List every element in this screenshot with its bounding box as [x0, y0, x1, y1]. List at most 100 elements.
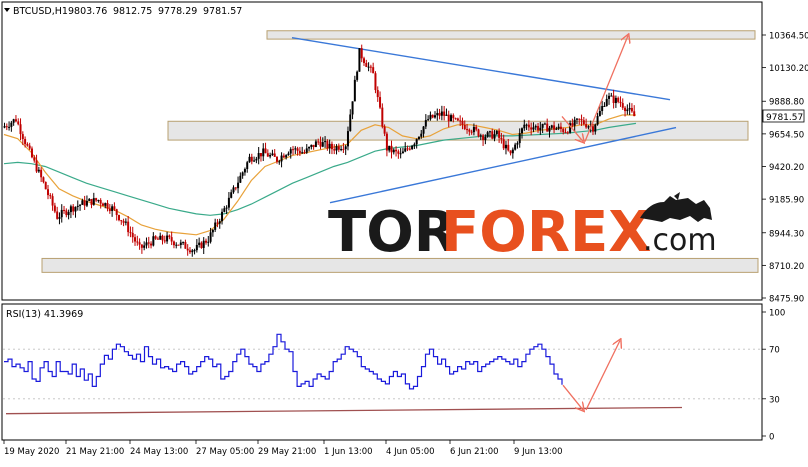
candle-body: [573, 119, 576, 126]
candle-body: [427, 119, 430, 121]
ohlc-open: 9803.76: [68, 6, 107, 17]
candle-body: [239, 175, 242, 183]
candle-body: [241, 172, 244, 176]
candle-body: [475, 126, 478, 130]
candle-body: [630, 107, 633, 112]
candle-body: [482, 135, 485, 141]
candle-body: [262, 148, 265, 157]
candle-body: [101, 203, 104, 206]
candle-body: [406, 148, 409, 150]
candle-body: [317, 141, 320, 143]
candle-body: [200, 242, 203, 248]
candle-body: [493, 134, 496, 139]
candle-body: [134, 237, 137, 242]
candle-body: [392, 149, 395, 153]
rsi-tick-label: 0: [769, 433, 774, 443]
candle-body: [330, 143, 333, 150]
candle-body: [182, 242, 185, 244]
candle-body: [335, 146, 338, 151]
candle-body: [278, 161, 281, 163]
candle-body: [447, 114, 450, 122]
candle-body: [83, 200, 86, 206]
candle-body: [415, 139, 418, 145]
chart-canvas: TOR FOREX .com BTCUSD,H1 9803.76 9812.75…: [1, 1, 808, 457]
candle-body: [633, 111, 636, 117]
candle-body: [486, 132, 489, 137]
candle-body: [74, 206, 77, 212]
candle-body: [582, 120, 585, 125]
candle-body: [500, 137, 503, 140]
candle-body: [523, 124, 526, 129]
candle-body: [40, 169, 43, 178]
candle-body: [184, 242, 187, 249]
candle-body: [232, 187, 235, 193]
time-tick-label: 21 May 21:00: [66, 447, 124, 457]
candle-body: [399, 153, 402, 155]
candle-body: [264, 148, 267, 154]
candle-body: [214, 222, 217, 230]
candle-body: [161, 235, 164, 241]
candle-body: [358, 48, 361, 72]
candle-body: [44, 181, 47, 190]
candle-body: [124, 221, 127, 223]
ohlc-high: 9812.75: [113, 6, 152, 17]
candle-body: [555, 128, 558, 130]
candle-body: [243, 169, 246, 173]
candle-body: [250, 156, 253, 162]
candle-body: [287, 153, 290, 156]
candle-body: [369, 66, 372, 68]
candle-body: [10, 122, 13, 127]
candle-body: [69, 206, 72, 213]
candle-body: [253, 160, 256, 162]
time-tick-label: 9 Jun 13:00: [514, 447, 563, 457]
candle-body: [431, 114, 434, 118]
candle-body: [188, 250, 191, 253]
candle-body: [443, 111, 446, 116]
candle-body: [379, 97, 382, 108]
candle-body: [113, 206, 116, 210]
candle-body: [559, 126, 562, 130]
candle-body: [37, 169, 40, 172]
candle-body: [468, 129, 471, 132]
candle-body: [612, 95, 615, 104]
candle-body: [292, 149, 295, 151]
candle-body: [298, 150, 301, 154]
candle-body: [585, 124, 588, 128]
candle-body: [342, 149, 345, 151]
candle-body: [79, 204, 82, 206]
candle-body: [95, 198, 98, 201]
price-axis: 10364.50 10130.20 9888.80 9654.50 9420.20 918…: [762, 32, 808, 305]
candle-body: [237, 182, 240, 189]
candle-body: [459, 120, 462, 122]
current-price-marker: 9781.57: [762, 109, 805, 123]
candle-body: [67, 212, 70, 216]
candle-body: [24, 139, 27, 145]
candle-body: [360, 48, 363, 59]
candle-body: [198, 242, 201, 245]
candle-body: [337, 146, 340, 150]
candle-body: [598, 111, 601, 117]
candle-body: [516, 143, 519, 145]
candle-body: [411, 145, 414, 150]
candle-body: [333, 149, 336, 151]
candle-body: [170, 237, 173, 242]
candle-body: [617, 97, 620, 102]
candle-body: [608, 95, 611, 99]
time-tick-label: 19 May 2020: [4, 447, 59, 457]
candle-body: [152, 236, 155, 246]
candle-body: [310, 144, 313, 147]
symbol-label: BTCUSD,H1: [13, 6, 68, 17]
candle-body: [60, 209, 63, 218]
candle-body: [49, 195, 52, 197]
candle-body: [193, 250, 196, 252]
candle-body: [477, 129, 480, 137]
time-tick-label: 27 May 05:00: [196, 447, 254, 457]
candle-body: [33, 157, 36, 161]
candle-body: [395, 149, 398, 152]
candle-body: [351, 101, 354, 115]
candle-body: [413, 144, 416, 146]
candle-body: [163, 240, 166, 242]
candle-body: [312, 144, 315, 147]
candle-body: [626, 109, 629, 112]
candle-body: [328, 143, 331, 149]
